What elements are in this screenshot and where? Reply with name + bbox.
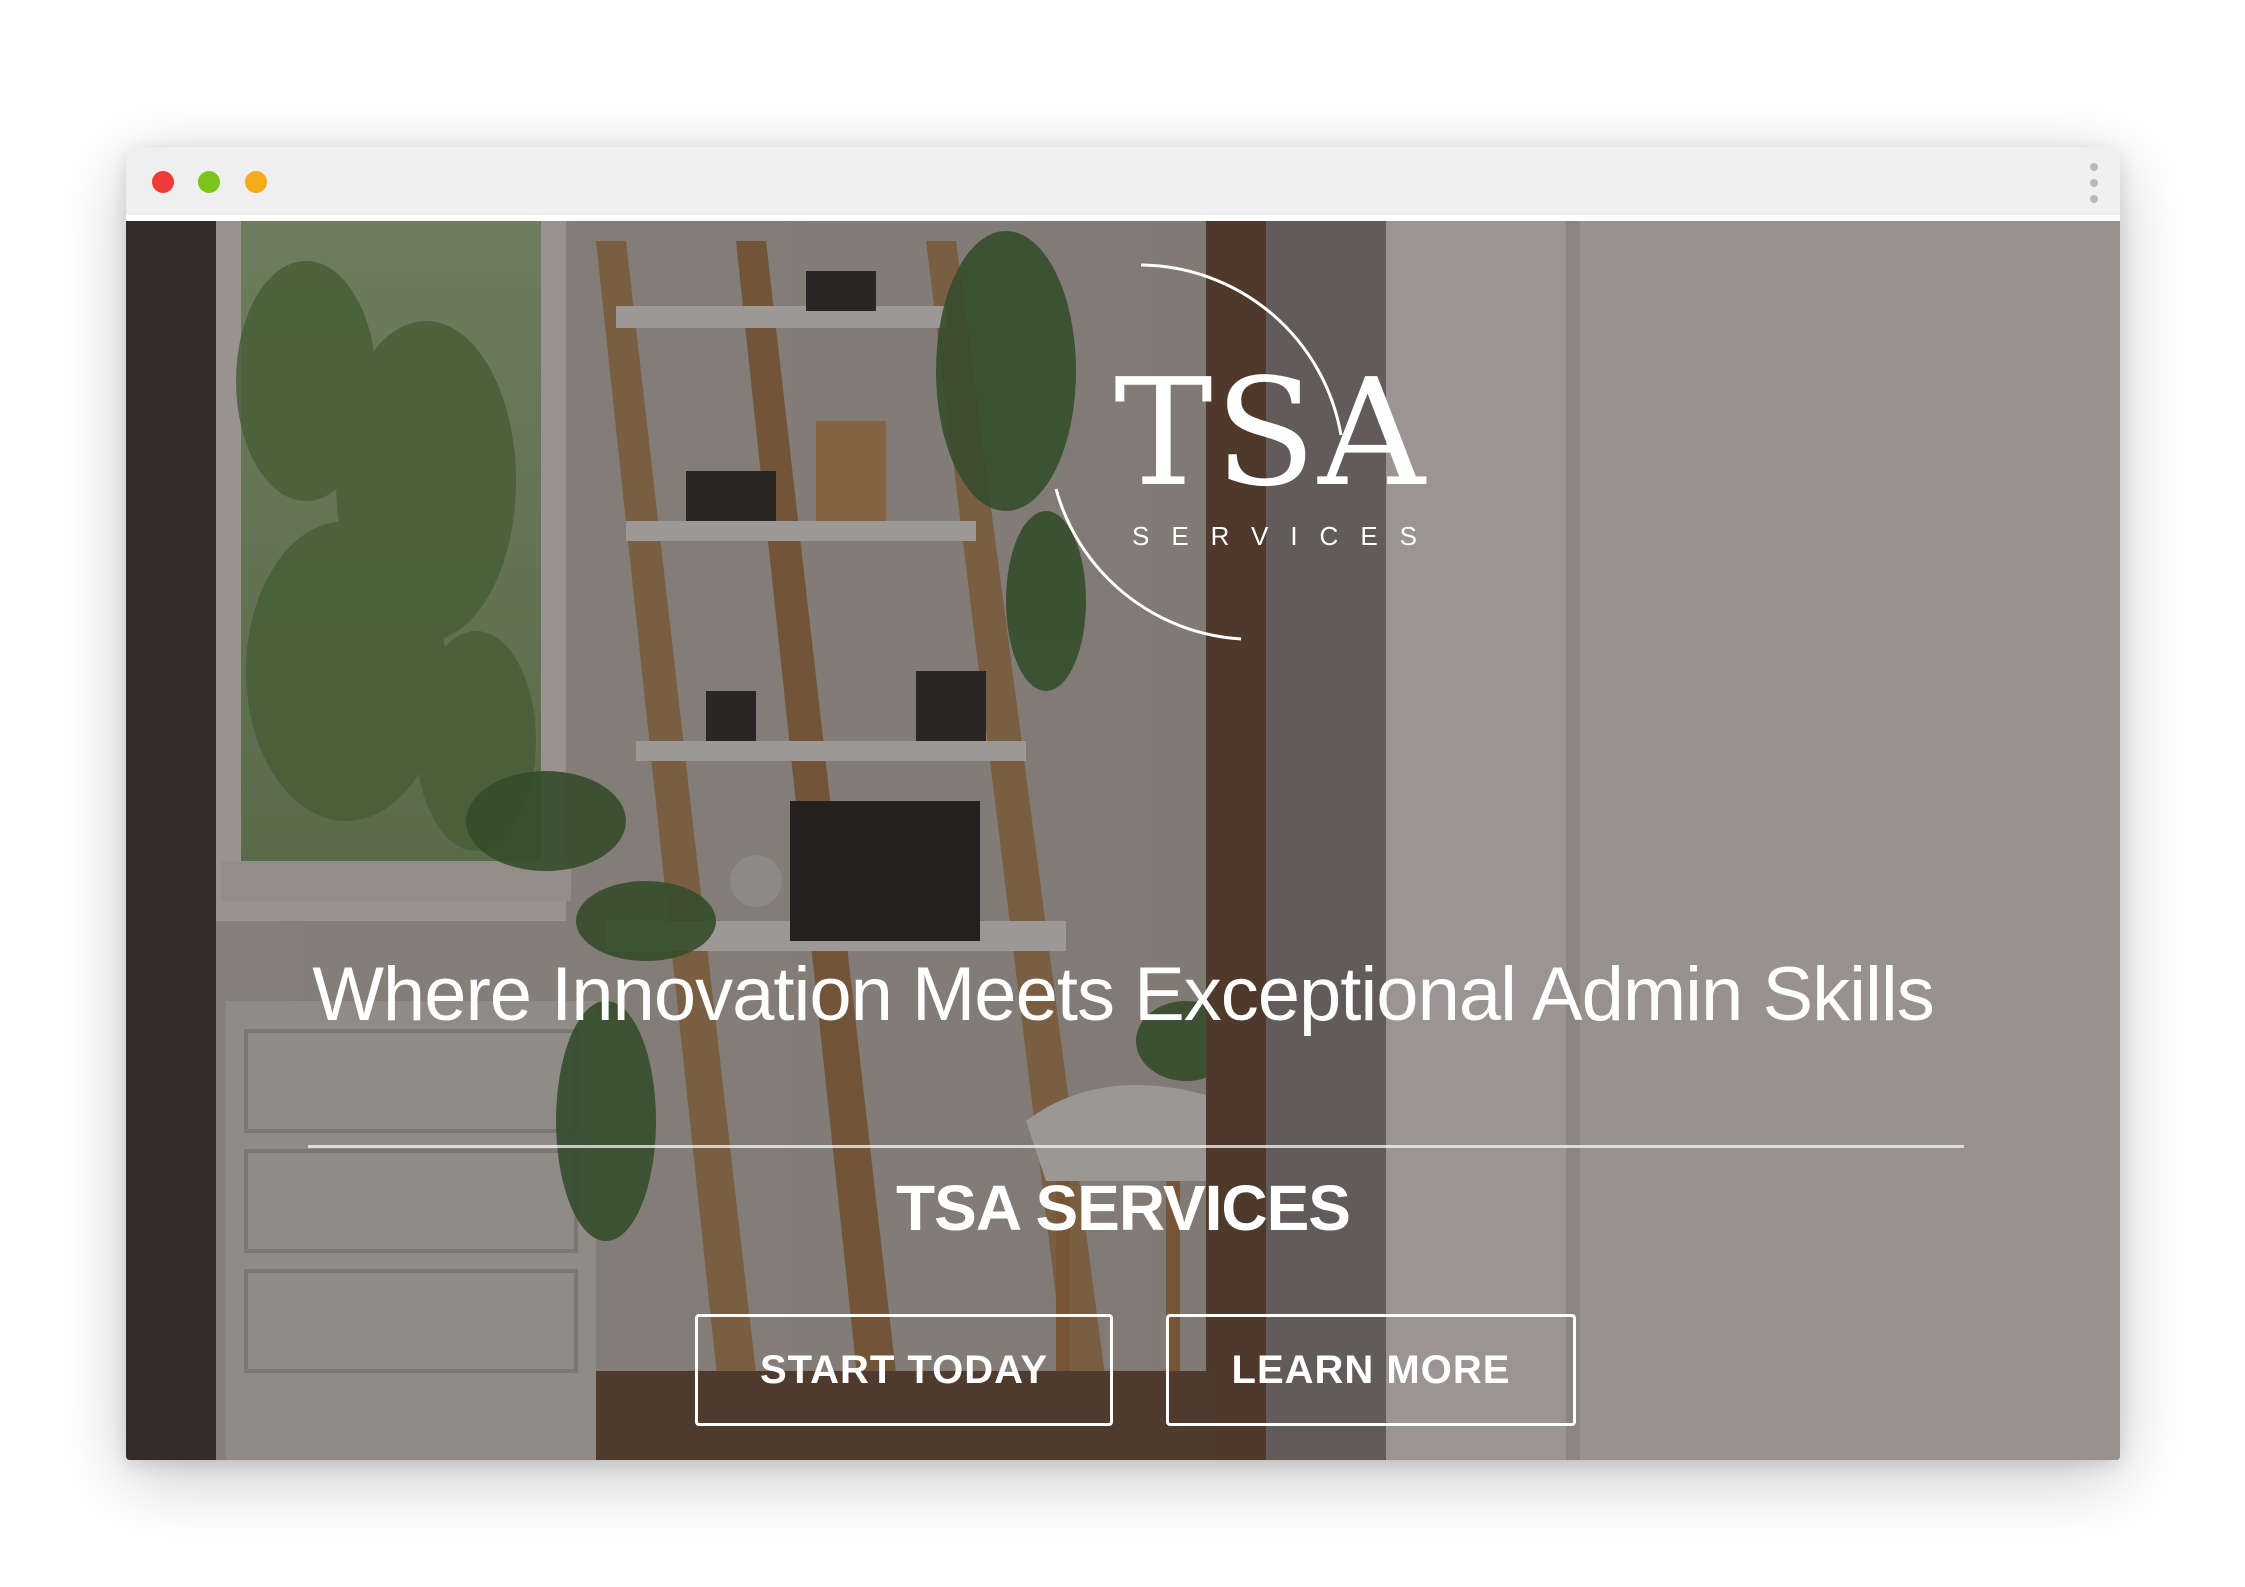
- learn-more-button[interactable]: LEARN MORE: [1166, 1314, 1576, 1426]
- kebab-menu-icon[interactable]: [2088, 163, 2100, 203]
- start-today-button[interactable]: START TODAY: [695, 1314, 1113, 1426]
- logo-mark-text: TSA: [1114, 347, 1427, 519]
- hero-section: TSA SERVICES Where Innovation Meets Exce…: [126, 221, 2120, 1460]
- maximize-window-button[interactable]: [245, 171, 267, 193]
- page: TSA SERVICES Where Innovation Meets Exce…: [0, 0, 2245, 1587]
- brand-name: TSA SERVICES: [896, 1172, 1351, 1244]
- divider-line: [308, 1145, 1964, 1148]
- close-window-button[interactable]: [152, 171, 174, 193]
- tsa-logo: TSA SERVICES: [906, 239, 1486, 659]
- browser-window: TSA SERVICES Where Innovation Meets Exce…: [126, 147, 2120, 1460]
- title-bar: [126, 147, 2120, 221]
- minimize-window-button[interactable]: [198, 171, 220, 193]
- logo-subtitle: SERVICES: [1132, 521, 1440, 551]
- hero-headline: Where Innovation Meets Exceptional Admin…: [312, 952, 1935, 1037]
